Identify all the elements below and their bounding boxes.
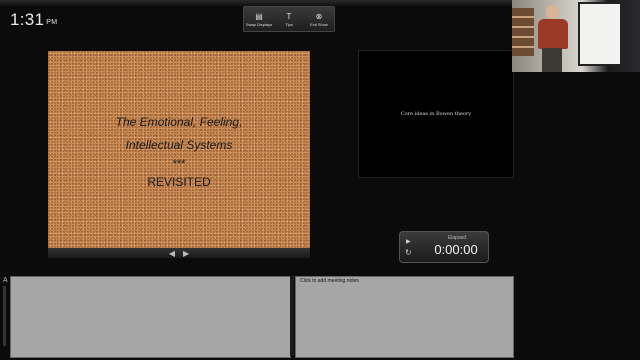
notes-area-left[interactable] xyxy=(10,276,291,358)
timer-label: Elapsed xyxy=(447,235,467,241)
swap-displays-label: Swap Displays xyxy=(245,21,273,27)
notes-divider[interactable] xyxy=(290,276,294,356)
whiteboard xyxy=(578,2,622,66)
clock-time: 1:31 xyxy=(10,10,45,29)
elapsed-timer: ▶ ↻ Elapsed 0:00:00 xyxy=(399,231,489,263)
font-size-icon[interactable]: A xyxy=(3,277,8,284)
meeting-notes-area[interactable]: Click to add meeting notes xyxy=(295,276,514,358)
speaker-head xyxy=(546,5,559,20)
arrow-left-icon[interactable]: ◀ xyxy=(169,249,175,258)
slide-stars: *** xyxy=(172,157,186,170)
meeting-notes-placeholder: Click to add meeting notes xyxy=(300,278,359,284)
arrow-right-icon[interactable]: ▶ xyxy=(183,249,189,258)
exit-icon: ⊗ xyxy=(315,11,323,21)
next-slide-text: Core ideas in Bowen theory xyxy=(400,111,472,117)
play-icon[interactable]: ▶ xyxy=(406,238,411,245)
reset-icon[interactable]: ↻ xyxy=(405,248,412,257)
exit-show-button[interactable]: ⊗ Exit Show xyxy=(304,12,334,27)
tips-button[interactable]: T Tips xyxy=(274,12,304,27)
swap-displays-icon: ▤ xyxy=(255,11,263,21)
slide-title-line-2: Intellectual Systems xyxy=(125,137,233,152)
speaker-shirt xyxy=(538,19,568,49)
presenter-toolbar: ▤ Swap Displays T Tips ⊗ Exit Show xyxy=(243,6,335,32)
notes-scrollbar[interactable] xyxy=(3,286,6,346)
speaker xyxy=(534,5,570,72)
slide-navigation: ◀ ▶ xyxy=(48,248,310,258)
tips-icon: T xyxy=(286,11,292,21)
current-slide: The Emotional, Feeling, Intellectual Sys… xyxy=(48,51,310,248)
bookshelf xyxy=(512,8,534,56)
speaker-pants xyxy=(542,48,562,72)
next-slide-preview[interactable]: Core ideas in Bowen theory xyxy=(358,50,514,178)
clock-ampm: PM xyxy=(46,19,58,26)
timer-value: 0:00:00 xyxy=(434,242,478,257)
tips-label: Tips xyxy=(285,21,293,27)
webcam-video xyxy=(512,0,640,72)
clock: 1:31 PM xyxy=(10,10,57,30)
slide-title-line-1: The Emotional, Feeling, xyxy=(115,114,243,129)
exit-show-label: Exit Show xyxy=(310,21,328,27)
swap-displays-button[interactable]: ▤ Swap Displays xyxy=(244,12,274,27)
slide-subtitle: REVISITED xyxy=(147,174,211,189)
